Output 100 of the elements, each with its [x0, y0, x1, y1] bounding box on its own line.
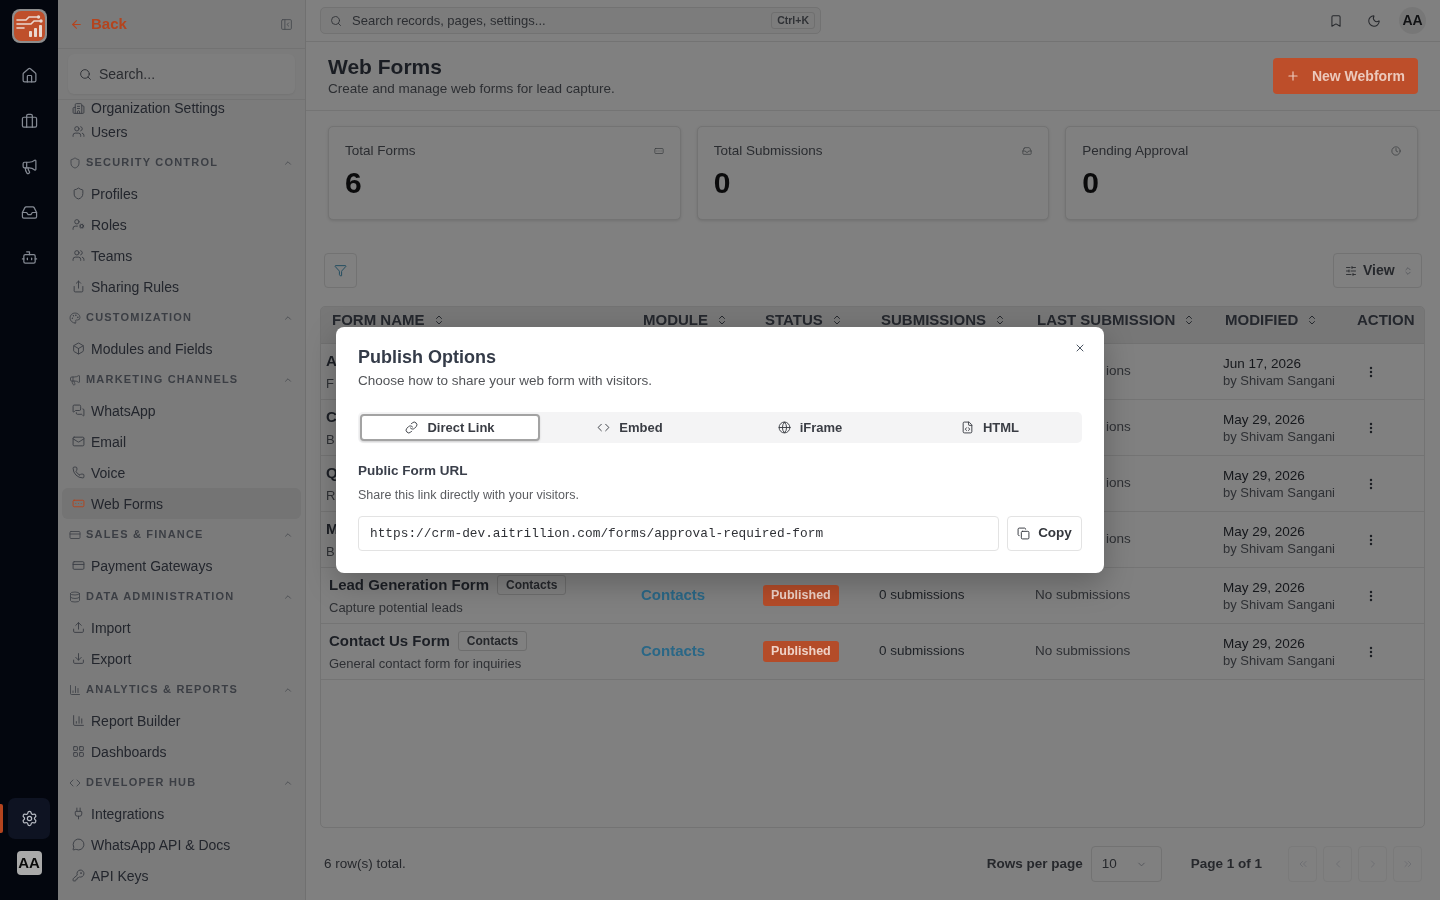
search-field[interactable]: Search... [68, 54, 295, 94]
app-logo [11, 9, 47, 43]
tab[interactable]: iFrame [720, 414, 900, 441]
modified-by: by Shivam Sangani [1223, 651, 1335, 669]
active-indicator [0, 804, 3, 833]
sidebar-item[interactable]: Roles [62, 209, 301, 240]
last-submission: ions [1106, 474, 1131, 493]
chat-bubbles-icon [72, 404, 85, 417]
stat-value: 6 [345, 167, 362, 199]
bookmark-icon[interactable] [1329, 13, 1343, 28]
copy-button[interactable]: Copy [1007, 516, 1082, 551]
sidebar-item[interactable]: WhatsApp API & Docs [62, 829, 301, 860]
modified-by: by Shivam Sangani [1223, 483, 1335, 501]
submission-count: 0 submissions [879, 642, 965, 661]
sidebar-item[interactable]: Payment Gateways [62, 550, 301, 581]
url-field[interactable]: https://crm-dev.aitrillion.com/forms/approval-required-form [358, 516, 999, 551]
modified-date: May 29, 2026 [1223, 634, 1305, 652]
sidebar-item[interactable]: Voice [62, 457, 301, 488]
stat-label: Total Forms [345, 142, 416, 160]
modified-date: May 29, 2026 [1223, 522, 1305, 540]
section-heading[interactable]: DATA ADMINISTRATION [62, 581, 301, 612]
section-heading[interactable]: SECURITY CONTROL [62, 147, 301, 178]
database-icon [69, 590, 81, 603]
upload-icon [72, 621, 85, 634]
form-description: B [326, 542, 335, 561]
column-header[interactable]: LAST SUBMISSION [1037, 312, 1196, 327]
share-icon [72, 280, 85, 293]
megaphone-icon[interactable] [20, 158, 38, 176]
modified-by: by Shivam Sangani [1223, 539, 1335, 557]
moon-icon[interactable] [1367, 13, 1381, 28]
sidebar-item[interactable]: Users [62, 116, 301, 147]
section-heading[interactable]: SALES & FINANCE [62, 519, 301, 550]
sidebar-item[interactable]: API Keys [62, 860, 301, 891]
sidebar-item[interactable]: Organization Settings [62, 100, 301, 116]
link-icon [405, 421, 419, 434]
last-submission: ions [1106, 530, 1131, 549]
rows-per-page-select[interactable]: 10 [1090, 846, 1162, 882]
sidebar-item[interactable]: Web Forms [62, 488, 301, 519]
column-header[interactable]: SUBMISSIONS [881, 312, 1006, 327]
sidebar-item[interactable]: Profiles [62, 178, 301, 209]
section-heading[interactable]: CUSTOMIZATION [62, 302, 301, 333]
section-heading[interactable]: MARKETING CHANNELS [62, 364, 301, 395]
sidebar-item[interactable]: Integrations [62, 798, 301, 829]
new-webform-button[interactable]: New Webform [1272, 58, 1418, 94]
sidebar-item[interactable]: Report Builder [62, 705, 301, 736]
clock-icon [1391, 146, 1401, 156]
close-icon[interactable] [1074, 342, 1086, 354]
users-icon [72, 125, 85, 138]
section-heading[interactable]: ANALYTICS & REPORTS [62, 674, 301, 705]
form-description: Capture potential leads [329, 598, 463, 617]
house-icon[interactable] [20, 67, 38, 85]
sidebar-item[interactable]: Email [62, 426, 301, 457]
section-heading[interactable]: DEVELOPER HUB [62, 767, 301, 798]
filter-icon [334, 264, 347, 277]
column-header[interactable]: FORM NAME [332, 312, 445, 327]
column-header[interactable]: ACTION [1357, 312, 1415, 327]
last-submission: ions [1106, 362, 1131, 381]
shortcut-hint: Ctrl+K [771, 12, 815, 29]
column-header[interactable]: STATUS [765, 312, 843, 327]
tab[interactable]: Direct Link [360, 414, 540, 441]
shield-icon [72, 187, 85, 200]
last-submission: No submissions [1035, 586, 1131, 605]
bar-chart-icon [69, 683, 81, 696]
bar-chart-icon [72, 714, 85, 727]
robot-icon[interactable] [20, 249, 38, 267]
sidebar-item[interactable]: WhatsApp [62, 395, 301, 426]
form-description: R [326, 486, 336, 505]
column-header[interactable]: MODIFIED [1225, 312, 1319, 327]
search-icon [330, 14, 342, 27]
plug-icon [72, 807, 85, 820]
user-avatar[interactable]: AA [16, 851, 42, 875]
briefcase-icon[interactable] [20, 112, 38, 130]
form-name: Lead Generation Form [329, 574, 490, 595]
sort-icon [994, 314, 1006, 326]
user-avatar[interactable]: AA [1399, 7, 1426, 34]
tab[interactable]: HTML [900, 414, 1080, 441]
sidebar-item[interactable]: Import [62, 612, 301, 643]
inbox-icon[interactable] [20, 203, 38, 221]
sidebar-item[interactable]: Export [62, 643, 301, 674]
dialog-subtitle: Choose how to share your web form with visitors. [358, 372, 653, 390]
view-button[interactable]: View [1333, 253, 1422, 288]
form-description: B [326, 430, 335, 449]
module-tag: Contacts [457, 630, 528, 651]
inbox-icon [1022, 146, 1033, 156]
sidebar-item[interactable]: Dashboards [62, 736, 301, 767]
settings-button[interactable] [8, 798, 50, 839]
last-submission: No submissions [1035, 642, 1131, 661]
sidebar-item[interactable]: Modules and Fields [62, 333, 301, 364]
tab[interactable]: Embed [540, 414, 720, 441]
building-icon [72, 101, 85, 115]
sidebar-item[interactable]: Sharing Rules [62, 271, 301, 302]
form-description: F [326, 374, 334, 393]
rows-per-page-label: Rows per page [986, 854, 1083, 873]
sidebar-item[interactable]: Teams [62, 240, 301, 271]
form-name: Contact Us Form [329, 630, 450, 651]
dialog-title: Publish Options [358, 346, 496, 368]
settings-icon [20, 810, 38, 827]
modified-date: Jun 17, 2026 [1223, 354, 1302, 372]
column-header[interactable]: MODULE [643, 312, 728, 327]
chevrons-up-down-icon [1402, 265, 1413, 276]
